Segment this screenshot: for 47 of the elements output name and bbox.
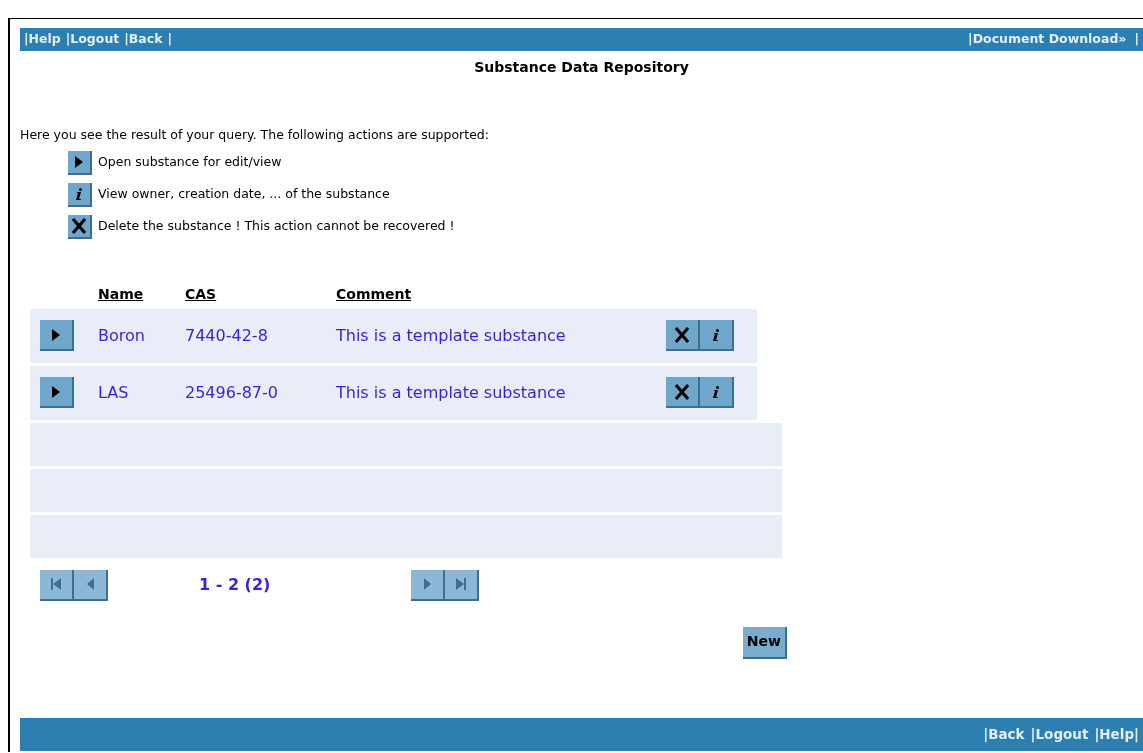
cross-icon <box>72 217 86 234</box>
new-button[interactable]: New <box>742 626 787 659</box>
nav-link[interactable]: |Help <box>24 30 61 49</box>
nav-link[interactable]: |Logout <box>65 30 120 49</box>
legend-text: Open substance for edit/view <box>98 153 282 172</box>
column-header[interactable]: Comment <box>336 283 412 305</box>
right-triangle-icon <box>423 578 431 591</box>
play-icon <box>52 385 60 398</box>
play-icon <box>52 328 60 341</box>
table-cell-text: Boron <box>98 324 146 347</box>
table-cell-text: This is a template substance <box>336 324 567 347</box>
delete-button[interactable] <box>68 214 92 239</box>
table-cell-text: 7440-42-8 <box>185 324 269 347</box>
page-title: Substance Data Repository <box>473 58 690 77</box>
page-range: 1 - 2 (2) <box>198 574 272 597</box>
delete-button[interactable] <box>666 377 700 409</box>
open-button[interactable] <box>68 150 92 175</box>
info-button[interactable] <box>700 377 734 409</box>
table-cell-text: 25496-87-0 <box>185 381 279 404</box>
info-icon <box>713 328 719 341</box>
nav-link[interactable]: |Back <box>983 724 1025 745</box>
nav-link[interactable]: |Help| <box>1094 724 1139 745</box>
cross-icon <box>675 326 689 343</box>
skip-last-icon <box>456 578 466 591</box>
nav-link[interactable]: | <box>1134 30 1139 49</box>
info-button[interactable] <box>700 320 734 352</box>
table-cell-text: LAS <box>98 381 130 404</box>
cross-icon <box>675 383 689 400</box>
play-icon <box>75 155 83 168</box>
left-triangle-icon <box>86 578 94 591</box>
nav-link[interactable]: |Logout <box>1030 724 1089 745</box>
delete-button[interactable] <box>666 320 700 352</box>
info-button[interactable] <box>68 182 92 207</box>
legend-text: View owner, creation date, ... of the substance <box>98 185 390 204</box>
info-icon <box>713 385 719 398</box>
info-icon <box>76 187 82 200</box>
table-cell-text: This is a template substance <box>336 381 567 404</box>
open-button[interactable] <box>40 320 74 352</box>
open-button[interactable] <box>40 377 74 409</box>
column-header[interactable]: Name <box>98 283 185 305</box>
legend-text: Delete the substance ! This action cannot be recovered ! <box>98 217 455 236</box>
nav-link[interactable]: |Back <box>124 30 163 49</box>
nav-link[interactable]: |Document Download» <box>968 30 1127 49</box>
intro-text: Here you see the result of your query. The following actions are supported: <box>20 126 490 144</box>
column-header[interactable]: CAS <box>185 283 336 305</box>
skip-first-icon <box>51 578 61 591</box>
nav-link[interactable]: | <box>167 30 173 49</box>
